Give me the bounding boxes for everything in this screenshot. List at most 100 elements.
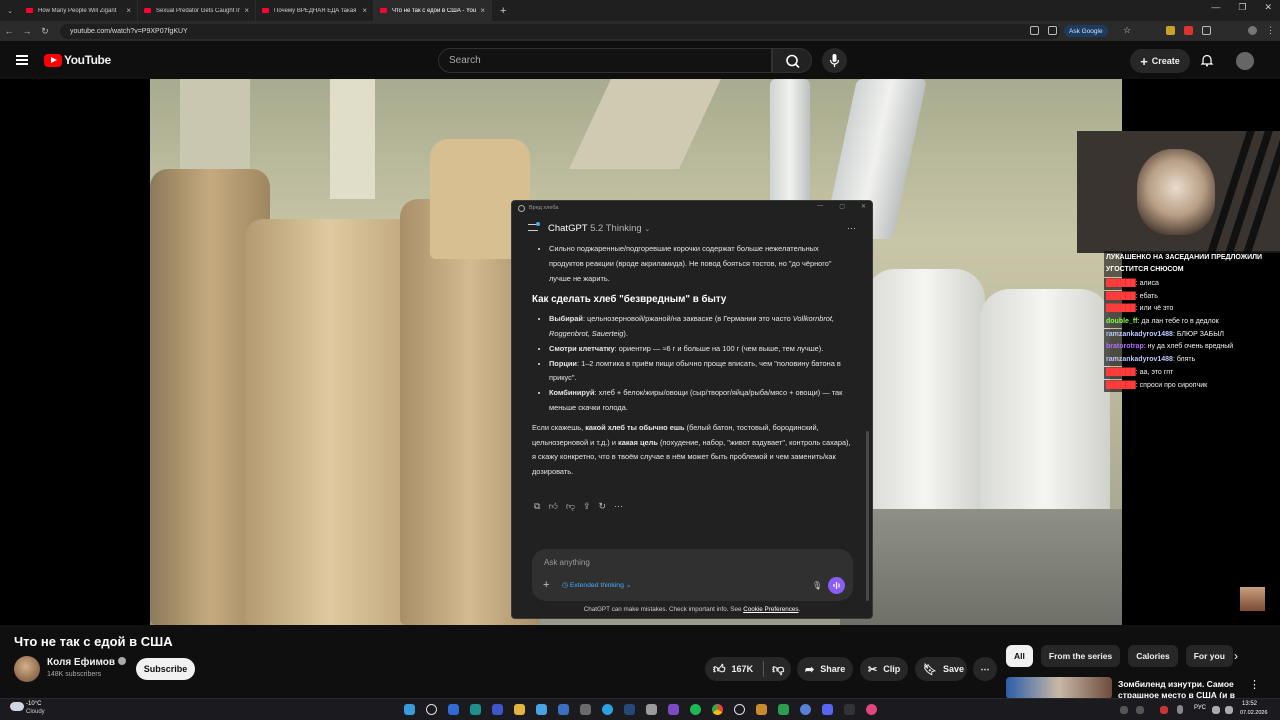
- thumbs-down-icon[interactable]: 👎︎: [566, 501, 575, 512]
- forward-icon[interactable]: →: [18, 26, 36, 36]
- more-options-icon[interactable]: ⋮: [1249, 678, 1260, 691]
- clock-date[interactable]: 07.02.2026: [1240, 710, 1268, 716]
- profile-avatar-icon[interactable]: [1248, 26, 1257, 35]
- cast-icon[interactable]: [1048, 26, 1057, 35]
- app-icon[interactable]: [756, 704, 767, 715]
- cloud-icon[interactable]: [10, 702, 24, 711]
- cookie-preferences-link[interactable]: Cookie Preferences: [743, 606, 798, 613]
- close-tab-icon[interactable]: ×: [244, 6, 249, 15]
- extension-icon[interactable]: [1184, 26, 1193, 35]
- model-selector[interactable]: ChatGPT 5.2 Thinking ⌄: [548, 223, 650, 234]
- browser-tab[interactable]: Почему ВРЕДНАЯ ЕДА такая В ×: [256, 0, 374, 21]
- new-tab-button[interactable]: +: [500, 5, 506, 17]
- minimize-icon[interactable]: —: [817, 203, 823, 210]
- app-icon[interactable]: [558, 704, 569, 715]
- subscribe-button[interactable]: Subscribe: [136, 658, 195, 680]
- attach-plus-icon[interactable]: +: [543, 579, 549, 591]
- close-tab-icon[interactable]: ×: [126, 6, 131, 15]
- chip-from-series[interactable]: From the series: [1040, 645, 1121, 667]
- extensions-puzzle-icon[interactable]: [1202, 26, 1211, 35]
- network-icon[interactable]: [1212, 706, 1220, 714]
- chip-all[interactable]: All: [1006, 645, 1033, 667]
- extended-thinking-toggle[interactable]: ◷ Extended thinking ⌄: [562, 581, 631, 589]
- channel-name[interactable]: Коля Ефимов: [47, 657, 127, 668]
- voice-search-button[interactable]: [822, 48, 847, 73]
- youtube-logo[interactable]: YouTube: [44, 53, 111, 67]
- windows-start-icon[interactable]: [404, 704, 415, 715]
- thumbs-up-icon[interactable]: 👍︎: [548, 501, 557, 512]
- chatgpt-app-icon[interactable]: [734, 704, 745, 715]
- tray-icon[interactable]: [1120, 706, 1128, 714]
- app-icon[interactable]: [470, 704, 481, 715]
- close-tab-icon[interactable]: ×: [480, 6, 485, 15]
- voice-mode-button[interactable]: [828, 577, 845, 594]
- tray-icon[interactable]: [1136, 706, 1144, 714]
- app-icon[interactable]: [580, 704, 591, 715]
- create-button[interactable]: + Create: [1130, 49, 1190, 73]
- extension-icon[interactable]: [1166, 26, 1175, 35]
- prompt-input[interactable]: Ask anything: [544, 558, 590, 567]
- chatgpt-prompt-box[interactable]: Ask anything + ◷ Extended thinking ⌄ 🎙︎: [532, 549, 853, 601]
- share-button[interactable]: ➦ Share: [797, 657, 853, 681]
- recommendation-title[interactable]: Зомбиленд изнутри. Самое страшное место …: [1118, 679, 1238, 699]
- address-bar[interactable]: youtube.com/watch?v=P9XP07fgKUY: [60, 23, 1060, 39]
- chip-calories[interactable]: Calories: [1128, 645, 1178, 667]
- recommendation-thumbnail[interactable]: [1006, 677, 1112, 699]
- app-icon[interactable]: [536, 704, 547, 715]
- back-icon[interactable]: ←: [0, 26, 18, 36]
- share-icon[interactable]: ⇪: [583, 501, 591, 512]
- more-actions-button[interactable]: ⋯: [973, 657, 997, 681]
- maximize-icon[interactable]: ▢: [839, 203, 845, 210]
- app-icon[interactable]: [800, 704, 811, 715]
- clip-button[interactable]: ✂ Clip: [860, 657, 908, 681]
- tray-icon[interactable]: [1160, 706, 1168, 714]
- chrome-icon[interactable]: [712, 704, 723, 715]
- tab-search-icon[interactable]: ⌄: [0, 7, 20, 15]
- notifications-bell-icon[interactable]: [1200, 53, 1214, 67]
- regenerate-icon[interactable]: ↻: [599, 501, 607, 512]
- volume-icon[interactable]: [1225, 706, 1233, 714]
- save-button[interactable]: 🔖︎ Save: [915, 657, 967, 681]
- app-icon[interactable]: [448, 704, 459, 715]
- chatgpt-scrollbar[interactable]: [866, 431, 869, 601]
- discord-icon[interactable]: [822, 704, 833, 715]
- browser-menu-icon[interactable]: ⋮: [1266, 26, 1275, 35]
- file-explorer-icon[interactable]: [514, 704, 525, 715]
- chip-for-you[interactable]: For you: [1185, 645, 1233, 667]
- app-icon[interactable]: [778, 704, 789, 715]
- browser-tab-active[interactable]: Что не так с едой в США - YouT ×: [374, 0, 492, 21]
- close-window-icon[interactable]: ✕: [1264, 2, 1272, 13]
- app-icon[interactable]: [668, 704, 679, 715]
- more-icon[interactable]: ⋯: [614, 501, 623, 512]
- install-icon[interactable]: [1030, 26, 1039, 35]
- microphone-tray-icon[interactable]: [1177, 705, 1183, 714]
- dislike-button[interactable]: 👎︎: [772, 662, 784, 677]
- ask-google-button[interactable]: Ask Google: [1064, 25, 1108, 37]
- browser-tab[interactable]: How Many People Will Zigant ×: [20, 0, 138, 21]
- search-button[interactable]: [772, 48, 812, 73]
- channel-avatar[interactable]: [14, 656, 40, 682]
- reload-icon[interactable]: ↻: [36, 26, 54, 37]
- maximize-icon[interactable]: ❐: [1238, 2, 1246, 13]
- app-icon[interactable]: [492, 704, 503, 715]
- close-tab-icon[interactable]: ×: [362, 6, 367, 15]
- telegram-icon[interactable]: [602, 704, 613, 715]
- browser-tab[interactable]: Sexual Predator Gets Caught In ×: [138, 0, 256, 21]
- taskbar-search-icon[interactable]: [426, 704, 437, 715]
- hamburger-menu-icon[interactable]: [16, 55, 28, 65]
- clock-time[interactable]: 13:52: [1242, 701, 1257, 707]
- app-icon[interactable]: [866, 704, 877, 715]
- copy-icon[interactable]: ⧉: [534, 501, 540, 512]
- app-icon[interactable]: [646, 704, 657, 715]
- like-button[interactable]: 👍︎ 167K: [705, 662, 753, 677]
- user-avatar[interactable]: [1236, 52, 1254, 70]
- app-icon[interactable]: [844, 704, 855, 715]
- minimize-icon[interactable]: —: [1211, 2, 1220, 13]
- steam-icon[interactable]: [624, 704, 635, 715]
- dictate-mic-icon[interactable]: 🎙︎: [812, 581, 822, 590]
- more-options-icon[interactable]: ⋯: [847, 223, 856, 234]
- spotify-icon[interactable]: [690, 704, 701, 715]
- bookmark-star-icon[interactable]: ☆: [1123, 26, 1132, 35]
- close-window-icon[interactable]: ✕: [861, 203, 866, 210]
- search-input[interactable]: Search: [438, 48, 772, 73]
